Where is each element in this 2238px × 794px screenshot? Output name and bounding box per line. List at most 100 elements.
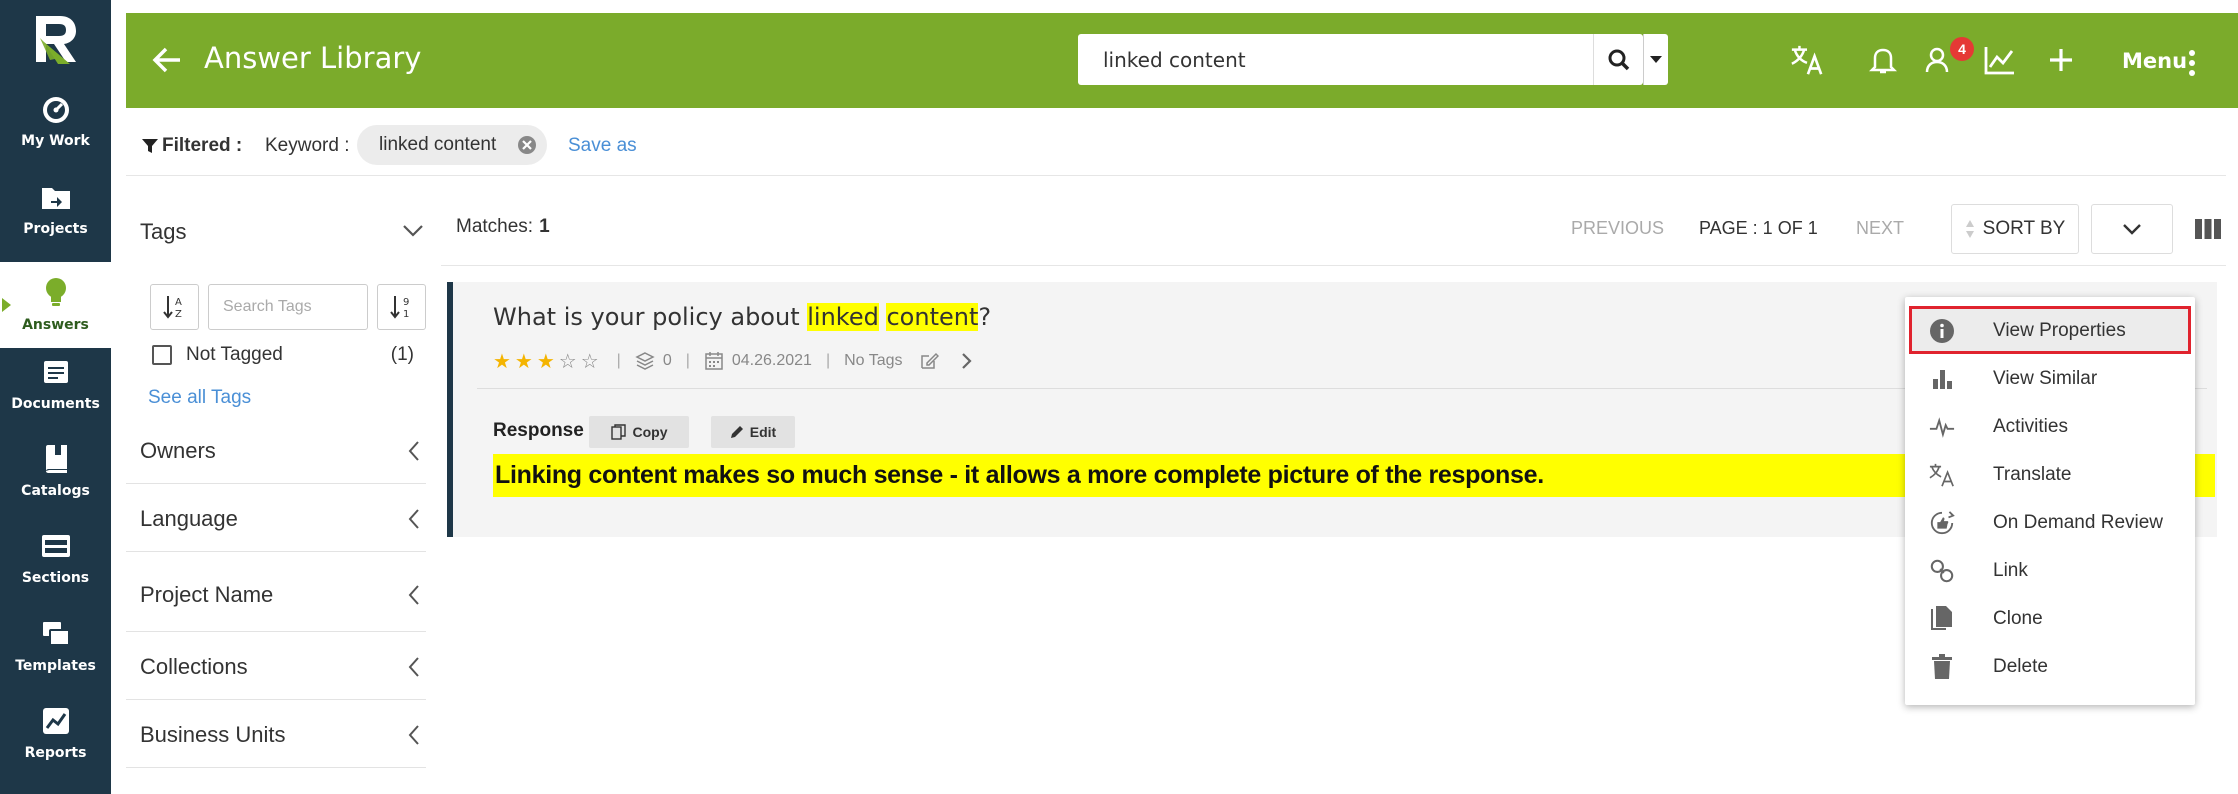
previous-page-button[interactable]: PREVIOUS	[1571, 218, 1664, 239]
response-label: Response	[493, 420, 584, 441]
menu-link[interactable]: Link	[1905, 546, 2195, 594]
translate-button[interactable]	[1790, 43, 1824, 77]
line-chart-icon	[1984, 47, 2014, 75]
answer-tags: No Tags	[844, 352, 903, 369]
back-arrow-icon[interactable]	[150, 43, 184, 77]
facet-language[interactable]: Language	[126, 484, 426, 552]
menu-label: On Demand Review	[1993, 512, 2164, 533]
logo-icon[interactable]	[30, 12, 82, 68]
nav-catalogs[interactable]: Catalogs	[0, 428, 111, 514]
tags-info: No Tags	[844, 351, 972, 371]
document-icon	[40, 356, 72, 388]
save-as-link[interactable]: Save as	[568, 135, 637, 157]
facet-collections[interactable]: Collections	[126, 632, 426, 700]
facet-project-name[interactable]: Project Name	[126, 552, 426, 632]
more-vertical-icon[interactable]	[2186, 49, 2198, 77]
menu-clone[interactable]: Clone	[1905, 594, 2195, 642]
page-info: PAGE : 1 OF 1	[1699, 218, 1818, 238]
link-icon	[1929, 558, 1955, 584]
reports-icon	[40, 705, 72, 737]
sort-alpha-button[interactable]: AZ	[150, 284, 199, 330]
search-input[interactable]	[1078, 34, 1593, 85]
answer-context-menu: View Properties View Similar Activities …	[1905, 297, 2195, 705]
add-button[interactable]	[2044, 43, 2078, 77]
see-all-tags-link[interactable]: See all Tags	[148, 387, 251, 409]
menu-view-properties[interactable]: View Properties	[1909, 306, 2191, 354]
sort-by-label: SORT BY	[1982, 218, 2066, 239]
matches-label: Matches:	[456, 216, 534, 237]
chevron-down-icon[interactable]	[402, 224, 424, 238]
not-tagged-label: Not Tagged	[186, 344, 283, 365]
edit-tags-icon[interactable]	[919, 351, 939, 371]
chevron-down-icon	[2123, 224, 2141, 235]
nav-label: Answers	[22, 317, 89, 333]
nav-templates[interactable]: Templates	[0, 603, 111, 689]
keyword-chip-text: linked content	[379, 134, 497, 155]
keyword-chip: linked content	[357, 125, 547, 165]
nav-sections[interactable]: Sections	[0, 515, 111, 601]
search-box	[1078, 34, 1643, 85]
search-dropdown-button[interactable]	[1643, 34, 1668, 85]
menu-delete[interactable]: Delete	[1905, 642, 2195, 690]
facet-business-units[interactable]: Business Units	[126, 700, 426, 768]
question-highlight: linked	[807, 303, 879, 331]
question-part: What is your policy about	[493, 303, 808, 331]
menu-label: View Similar	[1993, 368, 2098, 389]
copy-button[interactable]: Copy	[589, 416, 689, 448]
notifications-button[interactable]	[1866, 43, 1900, 77]
sort-numeric-button[interactable]: 91	[377, 284, 426, 330]
facet-owners[interactable]: Owners	[126, 416, 426, 484]
search-icon	[1608, 49, 1629, 70]
caret-down-icon	[1650, 55, 1662, 63]
nav-answers[interactable]: Answers	[0, 262, 111, 348]
menu-on-demand-review[interactable]: On Demand Review	[1905, 498, 2195, 546]
layers-count: 0	[662, 352, 672, 369]
gauge-icon	[40, 93, 72, 125]
star-rating[interactable]: ★★★☆☆	[493, 349, 603, 374]
menu-activities[interactable]: Activities	[1905, 402, 2195, 450]
sort-dropdown-button[interactable]	[2091, 204, 2173, 254]
translate-icon	[1791, 45, 1823, 75]
sort-by-button[interactable]: SORT BY	[1951, 204, 2079, 254]
question-text: What is your policy about linked content…	[493, 303, 991, 331]
chevron-right-icon[interactable]	[959, 352, 973, 370]
not-tagged-row[interactable]: Not Tagged (1)	[152, 340, 414, 370]
nav-label: Sections	[21, 570, 90, 586]
nav-projects[interactable]: Projects	[0, 166, 111, 252]
not-tagged-checkbox[interactable]	[152, 345, 172, 365]
bell-icon	[1869, 48, 1897, 74]
nav-label: Catalogs	[21, 483, 90, 499]
columns-icon[interactable]	[2194, 216, 2222, 242]
next-page-button[interactable]: NEXT	[1856, 218, 1904, 239]
tags-panel: Tags AZ 91 Not Tagged (1) See all Tags O…	[126, 190, 426, 794]
facet-label: Language	[140, 506, 238, 531]
search-button[interactable]	[1593, 34, 1643, 85]
not-tagged-count: (1)	[390, 344, 414, 365]
layers-info: 0	[635, 351, 672, 371]
menu-label: View Properties	[1993, 320, 2126, 341]
sort-alpha-icon: AZ	[162, 296, 182, 320]
svg-text:9: 9	[403, 297, 409, 308]
menu-label: Clone	[1993, 608, 2043, 629]
menu-label: Activities	[1993, 416, 2068, 437]
templates-icon	[40, 618, 72, 650]
trash-icon	[1929, 654, 1955, 680]
analytics-button[interactable]	[1983, 43, 2017, 77]
tag-search-input[interactable]	[208, 284, 368, 330]
sections-icon	[40, 530, 72, 562]
menu-label[interactable]: Menu	[2122, 49, 2187, 73]
menu-translate[interactable]: Translate	[1905, 450, 2195, 498]
edit-button[interactable]: Edit	[711, 416, 795, 448]
sort-numeric-icon: 91	[389, 296, 409, 320]
nav-reports[interactable]: Reports	[0, 690, 111, 776]
nav-my-work[interactable]: My Work	[0, 78, 111, 164]
pulse-icon	[1929, 414, 1955, 440]
menu-label: Delete	[1993, 656, 2048, 677]
filter-icon	[142, 139, 158, 153]
menu-view-similar[interactable]: View Similar	[1905, 354, 2195, 402]
remove-filter-icon[interactable]	[517, 135, 537, 155]
nav-documents[interactable]: Documents	[0, 341, 111, 427]
nav-label: Reports	[24, 745, 87, 761]
nav-label: Projects	[23, 221, 88, 237]
svg-text:1: 1	[403, 309, 409, 320]
